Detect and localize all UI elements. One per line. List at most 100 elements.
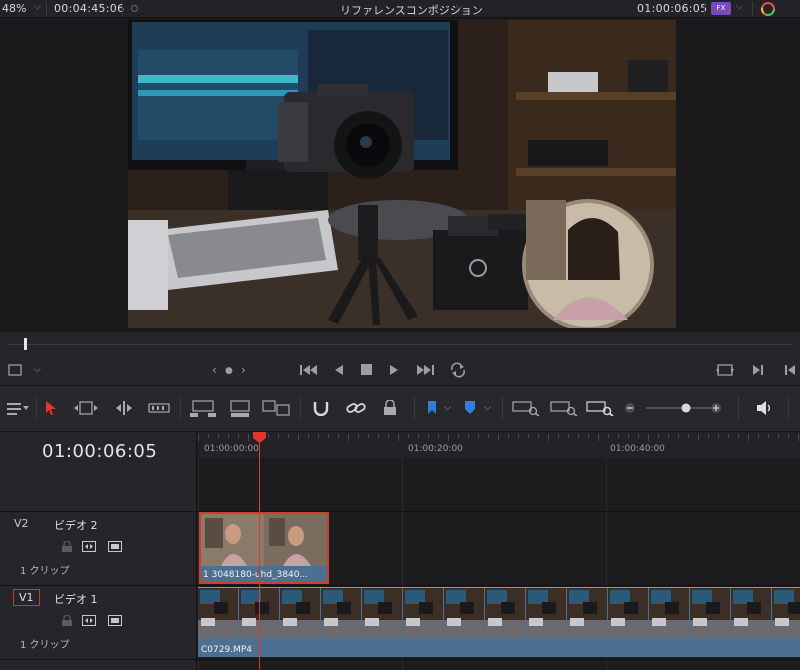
ruler-tick bbox=[288, 434, 289, 438]
go-to-start-icon[interactable] bbox=[300, 364, 318, 376]
ruler-tick bbox=[468, 434, 469, 438]
timeline-timecode[interactable]: 01:00:06:05 bbox=[42, 441, 157, 462]
zoom-level[interactable]: 48% bbox=[2, 2, 26, 15]
zoom-in-icon[interactable] bbox=[710, 402, 722, 414]
record-timecode: 01:00:06:05 bbox=[637, 2, 708, 15]
timeline-view-options-icon[interactable] bbox=[6, 400, 30, 416]
lock-icon[interactable] bbox=[60, 541, 74, 552]
full-extent-zoom-icon[interactable] bbox=[512, 400, 540, 416]
match-frame-icon[interactable] bbox=[716, 363, 734, 377]
viewer-options-dropdown-icon[interactable]: ⌵ bbox=[34, 363, 41, 377]
ruler-tick bbox=[368, 434, 369, 438]
ruler-tick bbox=[758, 434, 759, 438]
track-visibility-icon[interactable] bbox=[108, 615, 122, 626]
overwrite-clip-icon[interactable] bbox=[228, 400, 252, 418]
ruler-tick bbox=[568, 434, 569, 438]
title-dropdown-icon[interactable]: ⌵ bbox=[456, 2, 463, 12]
ruler-tick bbox=[558, 434, 559, 438]
ruler-tick bbox=[738, 434, 739, 438]
scrub-playhead[interactable] bbox=[24, 338, 27, 350]
scrub-track[interactable] bbox=[8, 344, 792, 345]
timeline-toolbar: ⌵ ⌵ bbox=[0, 386, 800, 432]
timeline-ruler[interactable]: 01:00:00:00 01:00:20:00 01:00:40:00 bbox=[198, 432, 800, 458]
filmstrip-frame bbox=[403, 588, 443, 638]
effects-dropdown-icon[interactable]: ⌵ bbox=[736, 2, 743, 12]
divider bbox=[414, 396, 415, 420]
next-edit-icon[interactable] bbox=[752, 364, 764, 376]
effects-overlay-icon[interactable]: FX bbox=[711, 2, 731, 15]
divider bbox=[180, 396, 181, 420]
ruler-tick bbox=[298, 434, 299, 441]
ruler-tick bbox=[608, 434, 609, 438]
track-visibility-icon[interactable] bbox=[108, 541, 122, 552]
trim-edit-icon[interactable] bbox=[74, 400, 98, 416]
viewer-scrubber[interactable] bbox=[0, 332, 800, 356]
link-icon[interactable] bbox=[346, 400, 366, 416]
ruler-tick bbox=[208, 434, 209, 438]
lock-icon[interactable] bbox=[382, 400, 398, 416]
flag-dropdown-icon[interactable]: ⌵ bbox=[444, 400, 451, 416]
track-clip-count-v1: 1 クリップ bbox=[20, 640, 70, 651]
ruler-tick bbox=[688, 434, 689, 438]
ruler-tick bbox=[268, 434, 269, 438]
zoom-dropdown-icon[interactable]: ⌵ bbox=[34, 2, 41, 12]
divider bbox=[122, 2, 123, 16]
ruler-tick bbox=[728, 434, 729, 438]
track-name-v1[interactable]: ビデオ 1 bbox=[54, 591, 98, 607]
lock-icon[interactable] bbox=[60, 615, 74, 626]
dot-icon bbox=[131, 5, 138, 12]
track-id-v1[interactable]: V1 bbox=[13, 589, 40, 606]
play-reverse-icon[interactable] bbox=[334, 364, 344, 376]
replace-clip-icon[interactable] bbox=[262, 400, 290, 418]
auto-select-icon[interactable] bbox=[82, 615, 96, 626]
insert-clip-icon[interactable] bbox=[190, 400, 216, 418]
track-id-v2[interactable]: V2 bbox=[14, 517, 29, 530]
marker-icon[interactable] bbox=[464, 400, 476, 416]
ruler-tick bbox=[318, 434, 319, 438]
previous-edit-icon[interactable] bbox=[784, 364, 796, 376]
ruler-tick bbox=[798, 434, 799, 441]
filmstrip-frame bbox=[485, 588, 525, 638]
flag-icon[interactable] bbox=[426, 400, 438, 416]
clip-v1[interactable]: C0729.MP4 bbox=[198, 587, 800, 657]
marker-dropdown-icon[interactable]: ⌵ bbox=[484, 400, 491, 416]
filmstrip-frame bbox=[772, 588, 800, 638]
viewer-frame-image[interactable] bbox=[128, 20, 676, 328]
selection-arrow-icon[interactable] bbox=[44, 400, 58, 416]
ruler-tick bbox=[678, 434, 679, 438]
ruler-tick bbox=[628, 434, 629, 438]
auto-select-icon[interactable] bbox=[82, 541, 96, 552]
timeline-playhead-handle[interactable] bbox=[253, 432, 266, 443]
snap-magnet-icon[interactable] bbox=[312, 400, 330, 416]
filmstrip-frame bbox=[280, 588, 320, 638]
ruler-tick bbox=[768, 434, 769, 438]
speaker-icon[interactable] bbox=[756, 400, 774, 416]
filmstrip-frame bbox=[444, 588, 484, 638]
ruler-tick bbox=[638, 434, 639, 438]
ruler-tick bbox=[408, 434, 409, 438]
blade-icon[interactable] bbox=[148, 400, 170, 416]
ruler-tick bbox=[238, 434, 239, 438]
dynamic-trim-icon[interactable] bbox=[112, 400, 136, 416]
track-name-v2[interactable]: ビデオ 2 bbox=[54, 517, 98, 533]
play-icon[interactable] bbox=[389, 364, 399, 376]
divider bbox=[36, 396, 37, 420]
zoom-out-icon[interactable] bbox=[624, 402, 636, 414]
loop-icon[interactable] bbox=[449, 362, 467, 378]
ruler-tick bbox=[348, 434, 349, 441]
safe-area-icon[interactable] bbox=[8, 364, 22, 376]
ruler-tick bbox=[388, 434, 389, 438]
ruler-tick bbox=[588, 434, 589, 438]
zoom-slider[interactable] bbox=[646, 401, 712, 415]
zoom-icon[interactable] bbox=[586, 400, 614, 416]
timeline-playhead-line[interactable] bbox=[259, 432, 260, 670]
next-clip-button[interactable]: › bbox=[241, 363, 246, 377]
stop-icon[interactable] bbox=[361, 364, 372, 375]
go-to-end-icon[interactable] bbox=[416, 364, 434, 376]
color-wheel-icon[interactable] bbox=[760, 1, 776, 17]
program-viewer[interactable] bbox=[0, 18, 800, 332]
ruler-tick bbox=[488, 434, 489, 438]
previous-clip-button[interactable]: ‹ bbox=[212, 363, 217, 377]
detail-zoom-icon[interactable] bbox=[550, 400, 578, 416]
clip-v2[interactable]: 1 3048180-uhd_3840... bbox=[199, 512, 329, 584]
